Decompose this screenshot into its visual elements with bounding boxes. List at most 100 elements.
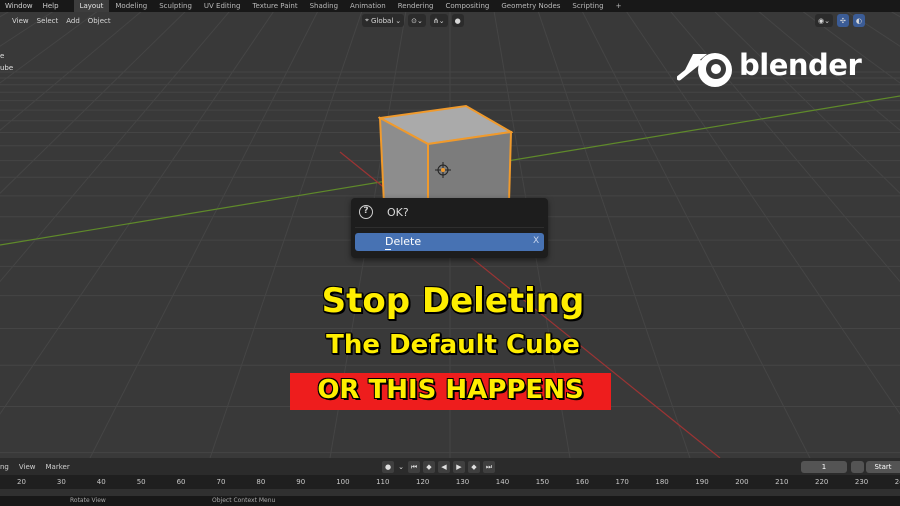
proportional-edit-icon: ● [454, 16, 461, 25]
ruler-tick-label: 100 [336, 478, 350, 486]
tab-uv-editing[interactable]: UV Editing [198, 0, 247, 12]
tab-geometry-nodes[interactable]: Geometry Nodes [495, 0, 566, 12]
viewport-header-right: ◉⌄ ✣ ◐ [815, 14, 865, 27]
menu-view[interactable]: View [0, 17, 33, 25]
ruler-tick-label: 60 [176, 478, 186, 486]
status-object-context-menu: Object Context Menu [212, 497, 276, 504]
status-rotate-view: Rotate View [70, 497, 106, 504]
headline-banner-text: OR THIS HAPPENS [317, 375, 584, 405]
blender-logo-icon [677, 53, 732, 87]
chevron-down-icon: ⌄ [398, 462, 404, 471]
ruler-tick-label: 30 [56, 478, 66, 486]
jump-start-button[interactable]: ⏮ [408, 460, 420, 473]
tab-rendering[interactable]: Rendering [392, 0, 440, 12]
visibility-dropdown[interactable]: ◉⌄ [815, 14, 833, 27]
tab-layout[interactable]: Layout [73, 0, 110, 12]
tab-compositing[interactable]: Compositing [439, 0, 495, 12]
timeline-track[interactable] [0, 489, 900, 496]
ruler-tick-label: 40 [96, 478, 106, 486]
status-bar: Rotate View Object Context Menu [0, 496, 900, 506]
ruler-tick-label: 150 [535, 478, 550, 486]
overlays-icon: ◐ [855, 16, 862, 25]
blender-logo-text: blender [739, 48, 862, 82]
headline-line-1: Stop Deleting [321, 281, 585, 321]
timeline-header: ng View Marker ● ⌄ ⏮ ◆ ◀ ▶ ◆ ⏭ [0, 458, 900, 475]
add-workspace-button[interactable]: + [610, 2, 628, 10]
ruler-tick-label: 200 [735, 478, 749, 486]
orientation-icon: ⌖ [365, 16, 369, 24]
tab-animation[interactable]: Animation [344, 0, 392, 12]
headline-banner: OR THIS HAPPENS [290, 373, 611, 410]
ruler-tick-label: 80 [256, 478, 266, 486]
timeline-ruler[interactable]: 20 30 40 50 60 70 80 90 100 110 120 130 140 150 160 170… [0, 475, 900, 489]
dialog-title: OK? [387, 206, 409, 219]
ruler-tick-label: 160 [575, 478, 589, 486]
ruler-tick-label: 220 [815, 478, 829, 486]
proportional-edit-toggle[interactable]: ● [451, 14, 464, 27]
gizmo-toggle[interactable]: ✣ [836, 14, 849, 27]
next-keyframe-button[interactable]: ◆ [468, 460, 480, 473]
tab-modeling[interactable]: Modeling [109, 0, 153, 12]
timeline-menu-view[interactable]: View [14, 463, 41, 471]
overlays-toggle[interactable]: ◐ [852, 14, 865, 27]
ruler-tick-label: 120 [416, 478, 430, 486]
outliner-fragment: e [0, 52, 5, 60]
delete-button-label: Delete [385, 235, 422, 250]
blender-logo: blender [677, 34, 862, 96]
headline-line-2: The Default Cube [326, 330, 580, 360]
top-bar: Window Help Layout Modeling Sculpting UV… [0, 0, 900, 12]
jump-end-button[interactable]: ⏭ [483, 460, 495, 473]
ruler-tick-label: 170 [615, 478, 629, 486]
tab-texture-paint[interactable]: Texture Paint [246, 0, 303, 12]
viewport-header: View Select Add Object ⌖ Global ⌄ ⊙⌄ ⋔⌄ … [0, 12, 900, 29]
chevron-down-icon: ⌄ [395, 16, 402, 25]
ruler-tick-label: 110 [376, 478, 390, 486]
timeline-menu-marker[interactable]: Marker [41, 463, 75, 471]
transform-orientation-dropdown[interactable]: ⌖ Global ⌄ [362, 14, 405, 27]
tab-scripting[interactable]: Scripting [566, 0, 609, 12]
viewport-header-tools: ⌖ Global ⌄ ⊙⌄ ⋔⌄ ● [362, 14, 464, 27]
eye-icon: ◉⌄ [818, 16, 830, 25]
outliner-fragment: ube [0, 64, 14, 72]
clock-icon[interactable] [851, 461, 864, 473]
pivot-point-dropdown[interactable]: ⊙⌄ [408, 14, 426, 27]
ruler-tick-label: 130 [455, 478, 470, 486]
menu-help[interactable]: Help [38, 2, 64, 10]
delete-button[interactable]: Delete X [355, 233, 544, 251]
ruler-tick-label: 24 [894, 478, 900, 486]
delete-shortcut: X [533, 236, 540, 246]
menu-object[interactable]: Object [84, 17, 115, 25]
timeline-mode-fragment[interactable]: ng [0, 463, 14, 471]
play-button[interactable]: ▶ [453, 460, 465, 473]
question-icon: ? [359, 205, 373, 219]
delete-confirm-dialog: ? OK? Delete X [351, 198, 548, 258]
snap-dropdown[interactable]: ⋔⌄ [429, 14, 448, 27]
play-reverse-button[interactable]: ◀ [438, 460, 450, 473]
record-button[interactable]: ● [382, 460, 394, 473]
3d-viewport[interactable]: e ube blender ? OK? Delete X Stop Deleti… [0, 12, 900, 458]
snap-icon: ⋔⌄ [432, 16, 445, 25]
ruler-tick-label: 190 [695, 478, 709, 486]
pivot-icon: ⊙⌄ [411, 16, 423, 25]
start-frame-field[interactable]: Start [866, 461, 900, 473]
menu-window[interactable]: Window [0, 2, 38, 10]
ruler-tick-label: 90 [296, 478, 306, 486]
gizmo-icon: ✣ [839, 16, 846, 25]
ruler-tick-label: 230 [854, 478, 869, 486]
ruler-tick-label: 210 [775, 478, 789, 486]
tab-shading[interactable]: Shading [304, 0, 344, 12]
ruler-tick-label: 70 [216, 478, 226, 486]
ruler-tick-label: 180 [655, 478, 669, 486]
ruler-tick-label: 50 [136, 478, 146, 486]
ruler-tick-label: 140 [495, 478, 510, 486]
transform-orientation-value: Global [370, 16, 394, 25]
playback-controls: ● ⌄ ⏮ ◆ ◀ ▶ ◆ ⏭ [382, 460, 495, 473]
ruler-tick-label: 20 [17, 478, 26, 486]
current-frame-field[interactable]: 1 [801, 461, 847, 473]
tab-sculpting[interactable]: Sculpting [153, 0, 198, 12]
dialog-title-row: ? OK? [351, 198, 548, 226]
dialog-divider [355, 227, 544, 228]
menu-select[interactable]: Select [33, 17, 63, 25]
menu-add[interactable]: Add [62, 17, 84, 25]
prev-keyframe-button[interactable]: ◆ [423, 460, 435, 473]
